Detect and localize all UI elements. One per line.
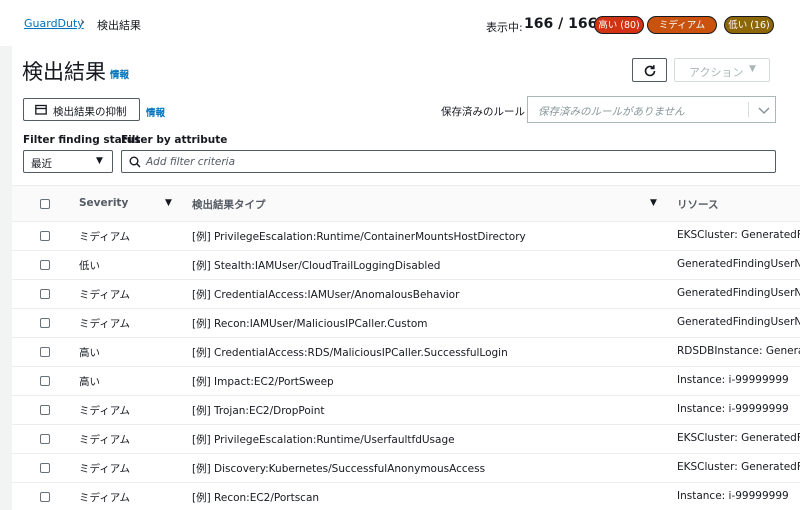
- resource-cell: GeneratedFindingUserN: [677, 258, 800, 270]
- caret-down-icon: ▼: [96, 156, 103, 166]
- saved-rules-placeholder: 保存済みのルールがありません: [538, 106, 685, 118]
- resource-cell: Instance: i-99999999: [677, 403, 789, 415]
- suppress-info-link[interactable]: 情報: [146, 105, 165, 119]
- row-checkbox[interactable]: [40, 289, 50, 299]
- row-checkbox[interactable]: [40, 347, 50, 357]
- severity-cell: ミディアム: [79, 318, 131, 330]
- finding-type-cell[interactable]: [例] Recon:EC2/Portscan: [192, 490, 319, 505]
- table-row[interactable]: 高い [例] Impact:EC2/PortSweep Instance: i-…: [12, 367, 800, 396]
- saved-rules-label: 保存済みのルール: [441, 106, 525, 118]
- severity-cell: ミディアム: [79, 492, 131, 504]
- attribute-filter-placeholder: Add filter criteria: [146, 156, 236, 168]
- actions-label: アクション: [689, 66, 744, 79]
- archive-icon: [35, 104, 47, 115]
- actions-dropdown-button[interactable]: アクション ▼: [674, 58, 770, 82]
- severity-cell: 低い: [79, 260, 100, 272]
- finding-type-cell[interactable]: [例] Discovery:Kubernetes/SuccessfulAnony…: [192, 461, 485, 476]
- title-info-link[interactable]: 情報: [110, 67, 129, 81]
- chevron-right-icon: ›: [80, 15, 86, 30]
- row-checkbox[interactable]: [40, 260, 50, 270]
- showing-count: 166 / 166: [524, 16, 598, 32]
- low-severity-badge[interactable]: 低い (16): [724, 16, 774, 34]
- sort-caret-icon[interactable]: ▼: [650, 198, 657, 208]
- row-checkbox[interactable]: [40, 231, 50, 241]
- finding-type-cell[interactable]: [例] PrivilegeEscalation:Runtime/Containe…: [192, 229, 526, 244]
- resource-cell: Instance: i-99999999: [677, 490, 789, 502]
- suppress-findings-label: 検出結果の抑制: [53, 106, 127, 118]
- breadcrumb-guardduty-link[interactable]: GuardDuty: [24, 17, 84, 30]
- resource-cell: RDSDBInstance: Generat: [677, 345, 800, 357]
- resource-cell: Instance: i-99999999: [677, 374, 789, 386]
- finding-type-cell[interactable]: [例] PrivilegeEscalation:Runtime/Userfaul…: [192, 432, 455, 447]
- breadcrumb-current: 検出結果: [97, 19, 141, 32]
- column-header-finding-type[interactable]: 検出結果タイプ: [192, 197, 266, 212]
- severity-cell: ミディアム: [79, 434, 131, 446]
- table-row[interactable]: ミディアム [例] Recon:IAMUser/MaliciousIPCalle…: [12, 309, 800, 338]
- table-row[interactable]: ミディアム [例] Trojan:EC2/DropPoint Instance:…: [12, 396, 800, 425]
- finding-type-cell[interactable]: [例] Recon:IAMUser/MaliciousIPCaller.Cust…: [192, 316, 428, 331]
- resource-cell: EKSCluster: GeneratedFi: [677, 432, 800, 444]
- suppress-findings-button[interactable]: 検出結果の抑制: [23, 98, 140, 121]
- resource-cell: EKSCluster: GeneratedFi: [677, 229, 800, 241]
- row-checkbox[interactable]: [40, 318, 50, 328]
- resource-cell: GeneratedFindingUserN: [677, 287, 800, 299]
- severity-cell: 高い: [79, 347, 100, 359]
- finding-type-cell[interactable]: [例] CredentialAccess:IAMUser/AnomalousBe…: [192, 287, 459, 302]
- finding-type-cell[interactable]: [例] Trojan:EC2/DropPoint: [192, 403, 324, 418]
- attribute-filter-label: Filter by attribute: [121, 134, 228, 146]
- refresh-button[interactable]: [632, 58, 667, 82]
- row-checkbox[interactable]: [40, 463, 50, 473]
- showing-label: 表示中:: [486, 21, 523, 34]
- chevron-down-icon: [758, 107, 770, 115]
- finding-status-select[interactable]: 最近 ▼: [23, 150, 113, 173]
- select-divider: [748, 102, 749, 117]
- select-all-checkbox[interactable]: [40, 199, 50, 209]
- finding-type-cell[interactable]: [例] Impact:EC2/PortSweep: [192, 374, 334, 389]
- refresh-icon: [644, 65, 656, 77]
- column-header-severity[interactable]: Severity: [79, 197, 128, 209]
- saved-rules-select[interactable]: 保存済みのルールがありません: [527, 96, 776, 123]
- resource-cell: GeneratedFindingUserN: [677, 316, 800, 328]
- table-row[interactable]: ミディアム [例] PrivilegeEscalation:Runtime/Us…: [12, 425, 800, 454]
- caret-down-icon: ▼: [749, 64, 756, 74]
- table-row[interactable]: ミディアム [例] CredentialAccess:IAMUser/Anoma…: [12, 280, 800, 309]
- table-row[interactable]: ミディアム [例] Discovery:Kubernetes/Successfu…: [12, 454, 800, 483]
- table-row[interactable]: ミディアム [例] PrivilegeEscalation:Runtime/Co…: [12, 222, 800, 251]
- row-checkbox[interactable]: [40, 434, 50, 444]
- finding-type-cell[interactable]: [例] Stealth:IAMUser/CloudTrailLoggingDis…: [192, 258, 440, 273]
- row-checkbox[interactable]: [40, 492, 50, 502]
- sort-caret-icon[interactable]: ▼: [165, 198, 172, 208]
- page-title: 検出結果: [22, 60, 106, 84]
- column-header-resource[interactable]: リソース: [677, 197, 718, 212]
- finding-status-value: 最近: [31, 158, 52, 170]
- resource-cell: EKSCluster: GeneratedFi: [677, 461, 800, 473]
- search-icon: [129, 156, 141, 168]
- row-checkbox[interactable]: [40, 376, 50, 386]
- severity-cell: ミディアム: [79, 231, 131, 243]
- severity-cell: ミディアム: [79, 405, 131, 417]
- table-row[interactable]: ミディアム [例] Recon:EC2/Portscan Instance: i…: [12, 483, 800, 510]
- row-checkbox[interactable]: [40, 405, 50, 415]
- severity-cell: ミディアム: [79, 289, 131, 301]
- table-row[interactable]: 高い [例] CredentialAccess:RDS/MaliciousIPC…: [12, 338, 800, 367]
- medium-severity-badge[interactable]: ミディアム (70): [647, 16, 717, 49]
- severity-cell: 高い: [79, 376, 100, 388]
- table-row[interactable]: 低い [例] Stealth:IAMUser/CloudTrailLogging…: [12, 251, 800, 280]
- high-severity-badge[interactable]: 高い (80): [594, 16, 644, 34]
- severity-cell: ミディアム: [79, 463, 131, 475]
- finding-type-cell[interactable]: [例] CredentialAccess:RDS/MaliciousIPCall…: [192, 345, 508, 360]
- attribute-filter-input[interactable]: Add filter criteria: [121, 150, 776, 173]
